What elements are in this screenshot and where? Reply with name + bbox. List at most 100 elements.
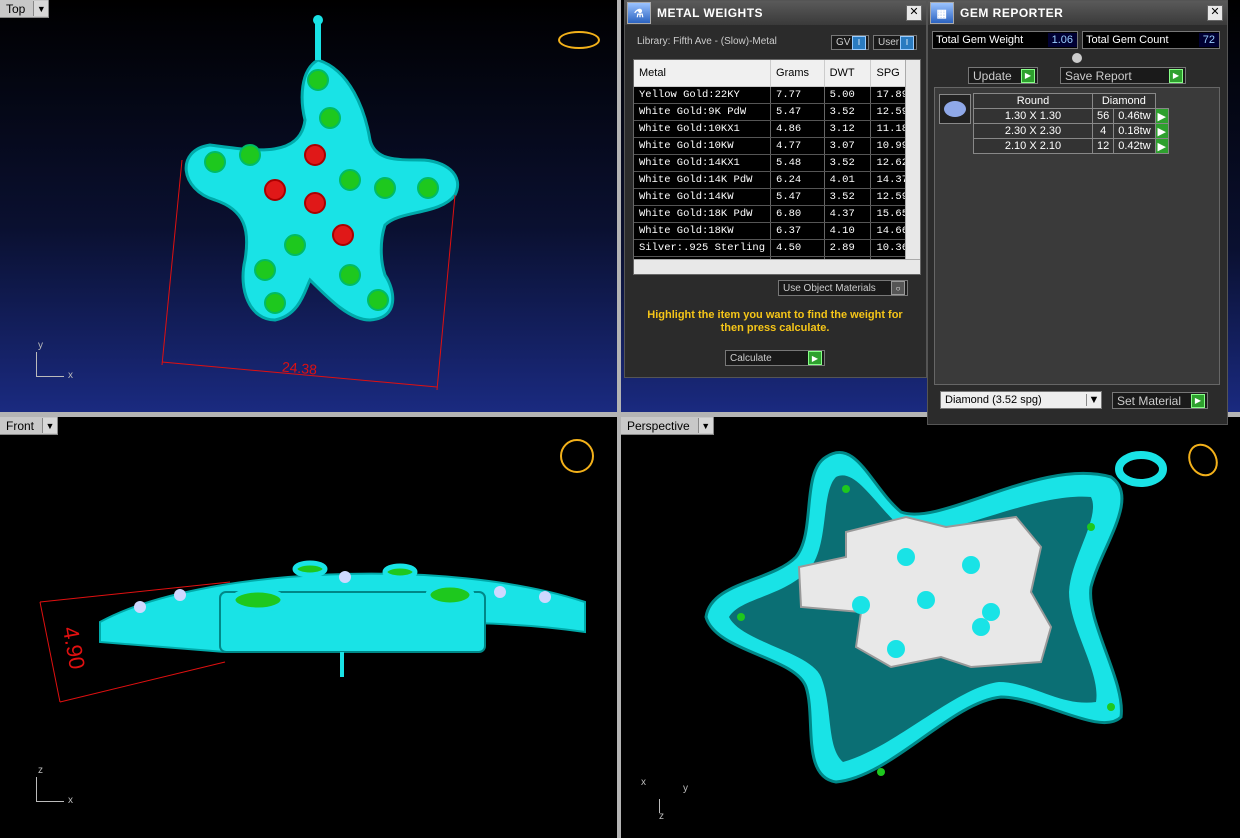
table-cell: White Gold:10KW (634, 137, 772, 155)
gem-weight: 0.18tw (1113, 123, 1156, 139)
metal-weights-panel: ⚗ METAL WEIGHTS ✕ Library: Fifth Ave - (… (624, 0, 927, 378)
table-cell: 4.37 (824, 205, 872, 223)
gem-reporter-titlebar[interactable]: ▦ GEM REPORTER (928, 1, 1227, 25)
gem-table: Round Diamond 1.30 X 1.30 56 0.46tw ▶ 2.30 X… (973, 93, 1169, 154)
close-button[interactable]: ✕ (906, 5, 922, 21)
gem-size: 2.10 X 2.10 (973, 138, 1093, 154)
total-gem-count-field: Total Gem Count 72 (1082, 31, 1220, 49)
gem-row[interactable]: 2.10 X 2.10 12 0.42tw ▶ (973, 138, 1169, 154)
gem-reporter-icon: ▦ (930, 2, 954, 24)
table-cell: 7.77 (770, 86, 825, 104)
starfish-perspective-model (704, 450, 1167, 784)
gem-row-arrow-icon[interactable]: ▶ (1154, 138, 1169, 154)
table-cell: White Gold:9K PdW (634, 103, 772, 121)
calculate-button[interactable]: Calculate ▶ (725, 350, 825, 366)
dimension-label: 24.38 (281, 358, 318, 378)
collapse-toggle-icon[interactable] (1072, 53, 1082, 63)
table-cell: 5.47 (770, 103, 825, 121)
table-cell: White Gold:14KW (634, 188, 772, 206)
table-row[interactable]: White Gold:14KW 5.47 3.52 12.59 (634, 188, 914, 206)
use-object-materials-button[interactable]: Use Object Materials ○ (778, 280, 908, 296)
material-select[interactable]: Diamond (3.52 spg) ▼ (940, 391, 1102, 409)
starfish-front-model (39, 560, 586, 703)
gem-row-arrow-icon[interactable]: ▶ (1154, 108, 1169, 124)
table-cell: 3.52 (824, 188, 872, 206)
table-cell: White Gold:10KX1 (634, 120, 772, 138)
table-cell: 4.01 (824, 171, 872, 189)
axis-indicator: x y z (641, 777, 688, 822)
table-cell: 4.77 (770, 137, 825, 155)
front-viewport[interactable]: Front ▼ 4.90 z x (0, 417, 617, 838)
ring-nav-icon[interactable] (560, 439, 594, 473)
gem-row-arrow-icon[interactable]: ▶ (1154, 123, 1169, 139)
table-row[interactable]: White Gold:14K PdW 6.24 4.01 14.37 (634, 171, 914, 189)
gem-size: 2.30 X 2.30 (973, 123, 1093, 139)
table-row[interactable]: White Gold:10KX1 4.86 3.12 11.18 (634, 120, 914, 138)
column-header-metal[interactable]: Metal (634, 60, 772, 87)
gem-weight: 0.46tw (1113, 108, 1156, 124)
table-cell: 5.47 (770, 188, 825, 206)
gem-count: 12 (1091, 138, 1115, 154)
top-viewport[interactable]: Top ▼ 24.38 y x (0, 0, 617, 412)
table-cell: White Gold:18K PdW (634, 205, 772, 223)
panel-title: GEM REPORTER (960, 6, 1064, 20)
metal-weights-icon: ⚗ (627, 2, 651, 24)
table-cell: 5.00 (824, 86, 872, 104)
total-gem-weight-field: Total Gem Weight 1.06 (932, 31, 1078, 49)
perspective-viewport[interactable]: Perspective ▼ x y z (621, 417, 1240, 838)
table-cell: 3.12 (824, 120, 872, 138)
table-cell: 4.86 (770, 120, 825, 138)
panel-title: METAL WEIGHTS (657, 6, 764, 20)
table-cell: 6.37 (770, 222, 825, 240)
table-cell: White Gold:14KX1 (634, 154, 772, 172)
gem-row[interactable]: 2.30 X 2.30 4 0.18tw ▶ (973, 123, 1169, 139)
table-cell: 4.10 (824, 222, 872, 240)
table-row[interactable]: White Gold:10KW 4.77 3.07 10.99 (634, 137, 914, 155)
table-cell: 4.50 (770, 239, 825, 257)
column-header-grams[interactable]: Grams (770, 60, 825, 87)
shape-header: Round (973, 93, 1093, 109)
ring-nav-icon[interactable] (558, 31, 600, 49)
gem-row[interactable]: 1.30 X 1.30 56 0.46tw ▶ (973, 108, 1169, 124)
table-cell: White Gold:18KW (634, 222, 772, 240)
close-button[interactable]: ✕ (1207, 5, 1223, 21)
gem-size: 1.30 X 1.30 (973, 108, 1093, 124)
table-row[interactable]: Silver:.925 Sterling 4.50 2.89 10.36 (634, 239, 914, 257)
gem-weight: 0.42tw (1113, 138, 1156, 154)
table-cell: 5.48 (770, 154, 825, 172)
metal-table[interactable]: Metal Grams DWT SPG Yellow Gold:22KY 7.77… (633, 59, 921, 275)
column-header-dwt[interactable]: DWT (824, 60, 872, 87)
table-row[interactable]: Yellow Gold:22KY 7.77 5.00 17.89 (634, 86, 914, 104)
table-row[interactable]: White Gold:18K PdW 6.80 4.37 15.65 (634, 205, 914, 223)
table-cell: 2.89 (824, 239, 872, 257)
update-button[interactable]: Update ▶ (968, 67, 1038, 84)
gem-reporter-panel: ▦ GEM REPORTER ✕ Total Gem Weight 1.06 To… (927, 0, 1228, 425)
vertical-scrollbar[interactable] (905, 60, 920, 260)
material-header: Diamond (1092, 93, 1156, 109)
hint-text: Highlight the item you want to find the … (647, 309, 903, 334)
table-row[interactable]: White Gold:14KX1 5.48 3.52 12.62 (634, 154, 914, 172)
user-button[interactable]: User I (873, 35, 917, 50)
table-cell: Yellow Gold:22KY (634, 86, 772, 104)
save-report-button[interactable]: Save Report ▶ (1060, 67, 1186, 84)
table-cell: White Gold:14K PdW (634, 171, 772, 189)
table-cell: 6.80 (770, 205, 825, 223)
axis-indicator: y x (36, 340, 73, 381)
table-cell: 6.24 (770, 171, 825, 189)
metal-weights-titlebar[interactable]: ⚗ METAL WEIGHTS (625, 1, 926, 25)
table-cell: 3.52 (824, 154, 872, 172)
table-cell: 3.07 (824, 137, 872, 155)
table-row[interactable]: White Gold:18KW 6.37 4.10 14.66 (634, 222, 914, 240)
library-label: Library: Fifth Ave - (Slow)-Metal (637, 36, 777, 47)
gv-button[interactable]: GV I (831, 35, 869, 50)
gem-count: 56 (1091, 108, 1115, 124)
table-cell: Silver:.925 Sterling (634, 239, 772, 257)
table-cell: 3.52 (824, 103, 872, 121)
set-material-button[interactable]: Set Material ▶ (1112, 392, 1208, 409)
gem-count: 4 (1091, 123, 1115, 139)
axis-indicator: z x (36, 765, 73, 806)
round-gem-icon (939, 94, 971, 124)
table-row[interactable]: White Gold:9K PdW 5.47 3.52 12.59 (634, 103, 914, 121)
starfish-top-model (161, 15, 459, 391)
horizontal-scrollbar[interactable] (634, 259, 920, 274)
